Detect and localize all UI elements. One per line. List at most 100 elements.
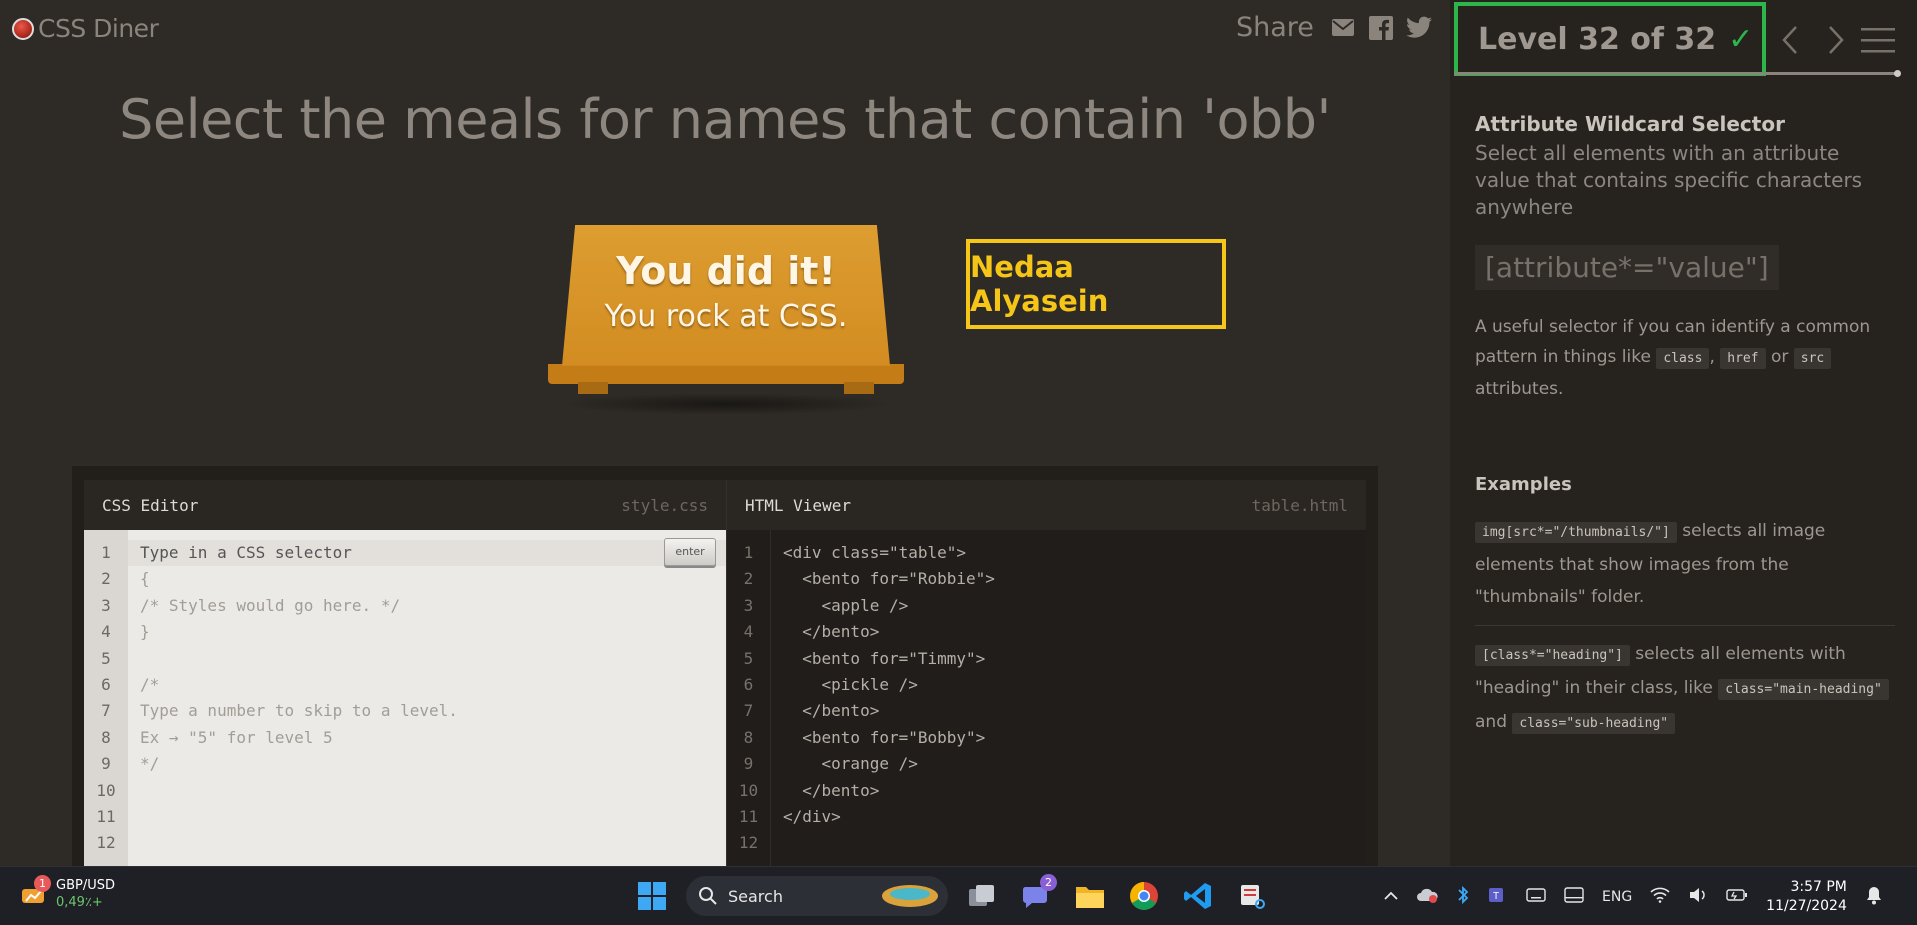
line-number: 3 <box>743 595 754 615</box>
level-indicator[interactable]: Level 32 of 32 ✓ <box>1454 2 1766 76</box>
hint-separator: , <box>1709 347 1715 367</box>
table-leg <box>578 382 608 394</box>
html-viewer: HTML Viewer table.html 1 2 3 4 5 6 7 8 9… <box>726 480 1366 866</box>
game-area: CSS Diner Share Select the meals for nam… <box>0 0 1450 866</box>
start-button[interactable] <box>632 876 672 916</box>
line-number: 6 <box>743 674 754 694</box>
facebook-icon[interactable] <box>1368 15 1394 41</box>
markup-line[interactable]: </div> <box>783 804 995 830</box>
example-1: img[src*="/thumbnails/"] selects all ima… <box>1475 515 1895 613</box>
line-number: 4 <box>101 622 111 642</box>
editor-panel: CSS Editor style.css 1 2 3 4 5 6 7 8 9 1… <box>72 466 1378 866</box>
logo-text: CSS Diner <box>38 14 159 43</box>
markup-line[interactable]: <orange /> <box>783 751 995 777</box>
example-code: img[src*="/thumbnails/"] <box>1475 522 1677 543</box>
html-viewer-body: 1 2 3 4 5 6 7 8 9 10 11 12 <div class="t… <box>727 530 1367 866</box>
taskbar-apps: Search 2 <box>632 874 1272 918</box>
notification-bell-icon[interactable] <box>1865 885 1883 909</box>
example-and: and <box>1475 712 1507 732</box>
file-explorer-icon[interactable] <box>1070 876 1110 916</box>
code-line: /* Styles would go here. */ <box>140 595 401 615</box>
level-instruction: Select the meals for names that contain … <box>119 88 1331 151</box>
clock-time: 3:57 PM <box>1790 878 1847 895</box>
line-number: 11 <box>96 806 116 826</box>
taskbar-search[interactable]: Search <box>686 876 948 916</box>
selector-title: Select all elements with an attribute va… <box>1475 141 1863 219</box>
css-editor-body[interactable]: 1 2 3 4 5 6 7 8 9 10 11 12 Type in a CSS… <box>84 530 726 866</box>
win-subtitle: You rock at CSS. <box>604 299 848 334</box>
share-bar: Share <box>1236 12 1432 43</box>
level-progress-bar <box>1454 72 1896 75</box>
chevron-up-icon[interactable] <box>1384 889 1398 905</box>
line-number: 5 <box>743 648 754 668</box>
examples-heading: Examples <box>1475 474 1572 495</box>
ticker-symbol: GBP/USD <box>56 878 115 893</box>
teams-chat-icon[interactable]: 2 <box>1016 874 1057 916</box>
onedrive-icon[interactable] <box>1416 887 1438 907</box>
hint-text: attributes. <box>1475 379 1564 399</box>
clock[interactable]: 3:57 PM 11/27/2024 <box>1766 878 1847 916</box>
wifi-icon[interactable] <box>1650 887 1670 907</box>
win-title: You did it! <box>616 249 836 293</box>
example-2: [class*="heading"] selects all elements … <box>1475 625 1895 740</box>
bluetooth-icon[interactable] <box>1456 885 1470 909</box>
css-editor: CSS Editor style.css 1 2 3 4 5 6 7 8 9 1… <box>84 480 726 866</box>
line-number: 3 <box>101 595 111 615</box>
markup-line[interactable]: <pickle /> <box>783 672 995 698</box>
chrome-icon[interactable] <box>1124 876 1164 916</box>
code-line: Ex → "5" for level 5 <box>140 727 333 747</box>
markup-line[interactable]: <bento for="Bobby"> <box>783 725 995 751</box>
battery-icon[interactable] <box>1726 888 1748 906</box>
language-indicator[interactable]: ENG <box>1602 889 1632 905</box>
hint-code: src <box>1793 348 1832 369</box>
tablet-mode-icon[interactable] <box>1564 886 1584 907</box>
system-tray: T ENG 3:57 PM 11/27/2024 <box>1384 867 1883 925</box>
markup-line[interactable]: <bento for="Robbie"> <box>783 566 995 592</box>
example-code: class="sub-heading" <box>1512 713 1676 734</box>
markup-line[interactable]: <bento for="Timmy"> <box>783 646 995 672</box>
share-label: Share <box>1236 12 1314 43</box>
next-level-button[interactable] <box>1818 22 1854 58</box>
twitter-icon[interactable] <box>1406 15 1432 41</box>
html-viewer-header: HTML Viewer table.html <box>727 480 1366 530</box>
markup-line[interactable]: </bento> <box>783 778 995 804</box>
weather-stock-widget[interactable]: 1 GBP/USD 0,49٪+ <box>20 874 115 910</box>
markup-line[interactable]: <div class="table"> <box>783 540 995 566</box>
code-line: } <box>140 622 150 642</box>
code-line: Type a number to skip to a level. <box>140 701 458 721</box>
example-code: [class*="heading"] <box>1475 645 1630 666</box>
line-number: 6 <box>101 674 111 694</box>
line-number: 7 <box>101 701 111 721</box>
markup-line[interactable]: <apple /> <box>783 593 995 619</box>
html-viewer-filename: table.html <box>1251 495 1348 515</box>
teams-icon[interactable]: T <box>1488 885 1508 909</box>
menu-icon[interactable] <box>1858 22 1898 58</box>
player-name-badge: Nedaa Alyasein <box>966 239 1226 329</box>
level-help: Attribute Wildcard Selector Select all e… <box>1475 112 1895 740</box>
vscode-icon[interactable] <box>1178 876 1218 916</box>
enter-button[interactable]: enter <box>664 538 716 566</box>
volume-icon[interactable] <box>1688 887 1708 907</box>
selector-syntax: [attribute*="value"] <box>1475 245 1779 290</box>
line-number: 12 <box>738 833 759 853</box>
keyboard-icon[interactable] <box>1526 887 1546 906</box>
app-logo[interactable]: CSS Diner <box>12 14 159 43</box>
line-number: 11 <box>738 806 759 826</box>
code-line: { <box>140 569 150 589</box>
widget-badge: 1 <box>34 874 51 892</box>
previous-level-button[interactable] <box>1772 22 1808 58</box>
hint-code: href <box>1720 348 1766 369</box>
svg-text:T: T <box>1493 891 1499 902</box>
clock-date: 11/27/2024 <box>1766 897 1847 914</box>
task-view-icon[interactable] <box>962 876 1002 916</box>
progress-marker <box>1894 70 1901 77</box>
example-code: class="main-heading" <box>1718 679 1889 700</box>
mail-icon[interactable] <box>1330 15 1356 41</box>
line-number: 4 <box>743 622 754 642</box>
markup-line[interactable]: </bento> <box>783 619 995 645</box>
markup-line[interactable]: </bento> <box>783 698 995 724</box>
snipping-tool-icon[interactable] <box>1232 876 1272 916</box>
css-input-placeholder[interactable]: Type in a CSS selector <box>140 540 458 566</box>
selector-hint: A useful selector if you can identify a … <box>1475 312 1895 404</box>
